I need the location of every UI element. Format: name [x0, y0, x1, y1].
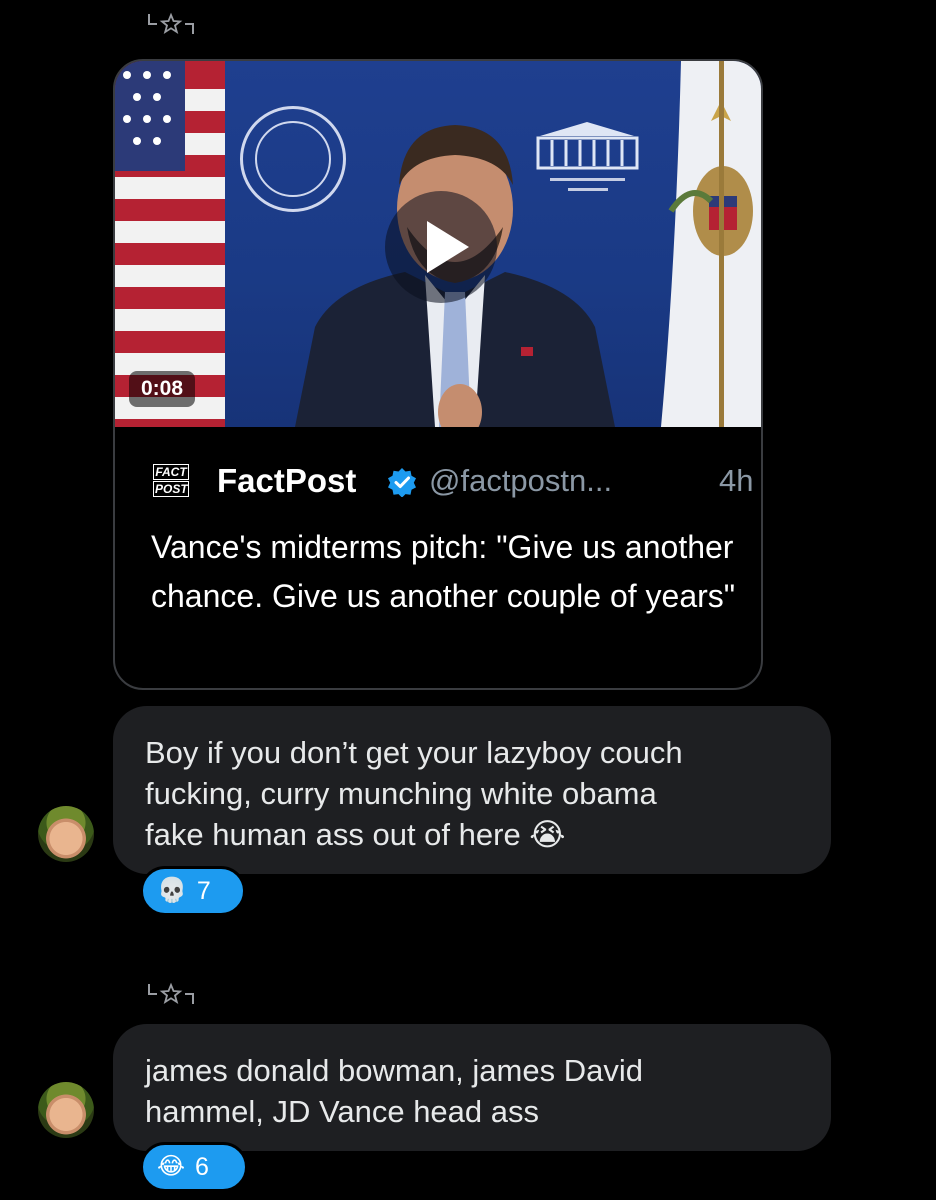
shared-post-icon [145, 12, 197, 36]
play-button[interactable] [385, 191, 497, 303]
state-flag-image [661, 61, 761, 427]
message-text-line: fucking, curry munching white obama [145, 776, 657, 811]
video-duration: 0:08 [129, 371, 196, 407]
play-icon [427, 221, 469, 273]
skull-emoji-icon: 💀 [157, 877, 187, 904]
verified-badge-icon [388, 468, 416, 497]
post-text: Vance's midterms pitch: "Give us another… [151, 529, 736, 614]
message-bubble[interactable]: james donald bowman, james David hammel,… [113, 1024, 831, 1151]
reaction-count: 7 [196, 876, 211, 905]
shared-post-icon [145, 982, 197, 1006]
author-name[interactable]: FactPost [217, 461, 356, 501]
message-text-line: fake human ass out of here 😭 [145, 817, 566, 852]
reaction-pill[interactable]: 💀 7 [140, 866, 246, 916]
post-timestamp: 4h [719, 463, 754, 498]
message-text-line: hammel, JD Vance head ass [145, 1094, 540, 1129]
video-thumbnail[interactable]: 0:08 [115, 61, 761, 427]
message-bubble[interactable]: Boy if you don’t get your lazyboy couch … [113, 706, 831, 874]
avatar[interactable] [38, 1082, 94, 1138]
post-header: FACT POST FactPost @factpostn... 4h [153, 461, 753, 501]
laughing-emoji-icon: 😂 [157, 1153, 186, 1180]
author-handle[interactable]: @factpostn... [429, 461, 612, 501]
reaction-pill[interactable]: 😂 6 [140, 1142, 248, 1192]
message-text-line: james donald bowman, james David [145, 1053, 643, 1088]
shared-post-card[interactable]: 0:08 FACT POST FactPost @factpostn... 4h… [113, 59, 763, 690]
factpost-logo: FACT POST [153, 464, 189, 497]
avatar[interactable] [38, 806, 94, 862]
message-text-line: Boy if you don’t get your lazyboy couch [145, 735, 683, 770]
reaction-count: 6 [195, 1152, 209, 1181]
